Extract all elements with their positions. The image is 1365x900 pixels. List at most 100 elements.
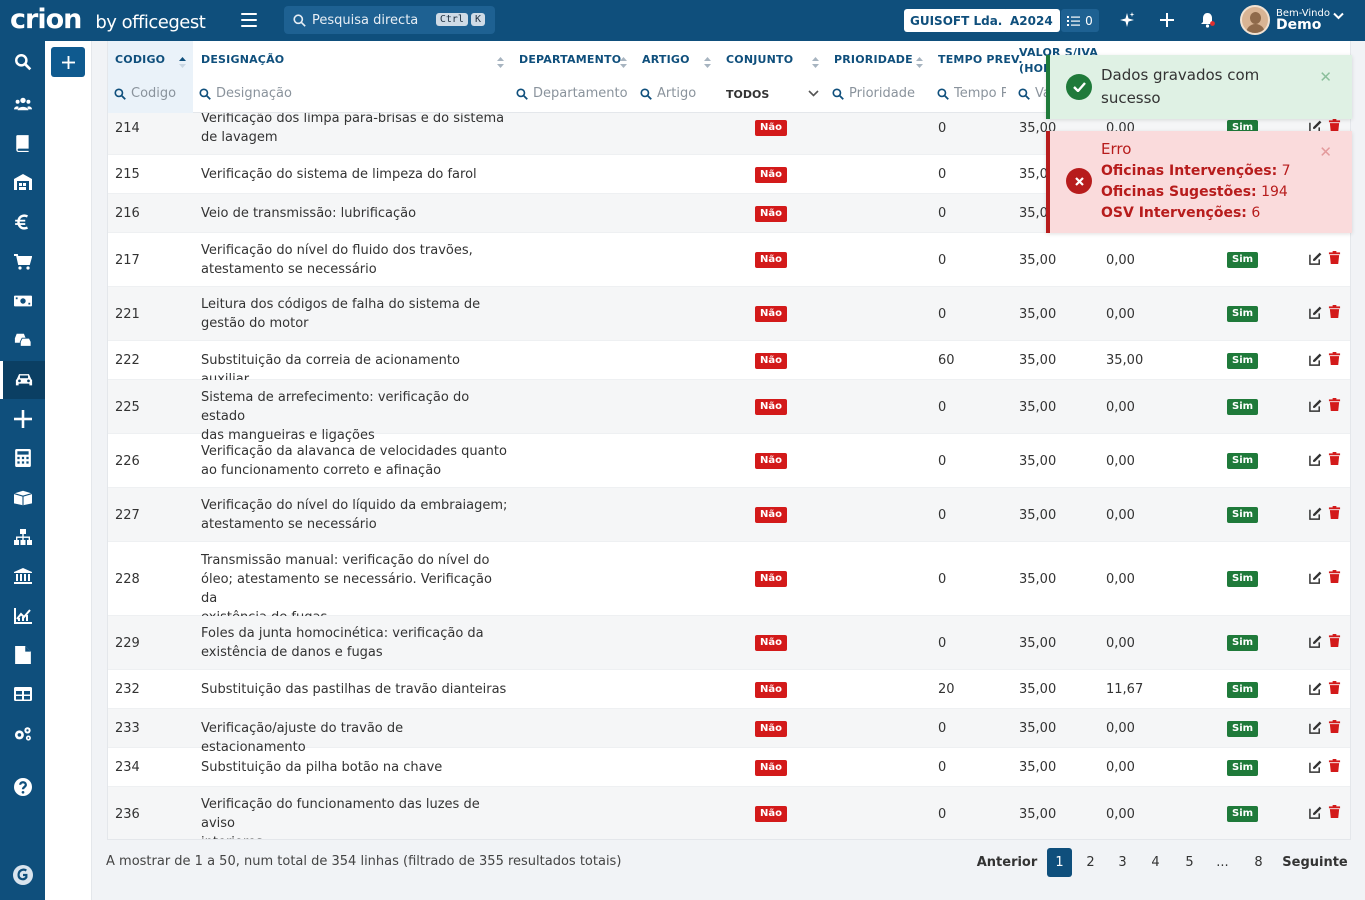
add-record-button[interactable] (51, 47, 85, 77)
edit-icon[interactable] (1309, 353, 1322, 366)
trash-icon[interactable] (1328, 570, 1341, 583)
table-row[interactable]: 233 Verificação/ajuste do travão de estac… (108, 709, 1350, 755)
table-row[interactable]: 222 Substituição da correia de acionament… (108, 341, 1350, 387)
sort-icon[interactable] (916, 57, 923, 68)
col-header-departamento[interactable]: DEPARTAMENTO (519, 53, 621, 66)
sort-icon[interactable] (704, 57, 711, 68)
bell-icon[interactable] (1197, 10, 1217, 30)
search-input[interactable] (312, 12, 432, 28)
table-row[interactable]: 226 Verificação da alavanca de velocidade… (108, 434, 1350, 488)
sidebar-item-workshop[interactable] (0, 361, 45, 399)
filter-designacao-input[interactable] (216, 86, 396, 101)
close-icon[interactable]: ✕ (1319, 143, 1332, 161)
col-header-prioridade[interactable]: PRIORIDADE (834, 53, 913, 66)
chevron-down-icon[interactable] (808, 90, 819, 97)
sidebar-item-tables[interactable] (0, 675, 45, 713)
trash-icon[interactable] (1328, 251, 1341, 264)
sidebar-item-help[interactable] (0, 768, 45, 806)
trash-icon[interactable] (1328, 351, 1341, 365)
sidebar-item-new[interactable] (0, 400, 45, 438)
trash-icon[interactable] (1328, 305, 1341, 318)
filter-artigo-input[interactable] (657, 86, 719, 101)
filter-designacao[interactable] (199, 86, 396, 101)
table-row[interactable]: 234 Substituição da pilha botão na chave N… (108, 748, 1350, 787)
filter-prioridade[interactable] (832, 86, 929, 101)
table-row[interactable]: 227 Verificação do nível do líquido da em… (108, 488, 1350, 542)
edit-icon[interactable] (1309, 806, 1322, 819)
sort-icon[interactable] (620, 57, 627, 68)
trash-icon[interactable] (1328, 805, 1341, 818)
trash-icon[interactable] (1328, 680, 1341, 694)
edit-icon[interactable] (1309, 571, 1322, 584)
sidebar-item-settings[interactable] (0, 715, 45, 753)
sidebar-item-files[interactable] (0, 636, 45, 674)
global-search[interactable]: Ctrl K (284, 6, 495, 34)
pagination-prev[interactable]: Anterior (977, 848, 1038, 877)
pagination-page-2[interactable]: 2 (1078, 848, 1103, 877)
filter-tempo[interactable] (937, 86, 1006, 101)
chevron-down-icon[interactable] (1333, 12, 1344, 20)
trash-icon[interactable] (1328, 719, 1341, 733)
edit-icon[interactable] (1309, 721, 1322, 734)
filter-prioridade-input[interactable] (849, 86, 929, 101)
tasks-button[interactable]: 0 (1061, 9, 1099, 32)
sparkle-icon[interactable] (1117, 10, 1137, 30)
edit-icon[interactable] (1309, 760, 1322, 773)
table-row[interactable]: 232 Substituição das pastilhas de travão … (108, 670, 1350, 709)
pagination-page-8[interactable]: 8 (1246, 848, 1271, 877)
sort-icon[interactable] (497, 57, 504, 68)
plus-icon[interactable] (1157, 10, 1177, 30)
app-logo[interactable]: crion by officegest (10, 4, 206, 36)
sidebar-item-users[interactable] (0, 85, 45, 123)
edit-icon[interactable] (1309, 306, 1322, 319)
trash-icon[interactable] (1328, 398, 1341, 411)
filter-tempo-input[interactable] (954, 86, 1006, 101)
sidebar-item-fleet[interactable] (0, 321, 45, 359)
filter-artigo[interactable] (640, 86, 719, 101)
col-header-artigo[interactable]: ARTIGO (642, 53, 690, 66)
edit-icon[interactable] (1309, 399, 1322, 412)
table-row[interactable]: 229 Foles da junta homocinética: verifica… (108, 616, 1350, 670)
avatar[interactable] (1240, 5, 1270, 35)
pagination-page-3[interactable]: 3 (1110, 848, 1135, 877)
filter-conjunto-select[interactable]: TODOS (726, 88, 769, 101)
table-row[interactable]: 225 Sistema de arrefecimento: verificação… (108, 380, 1350, 443)
trash-icon[interactable] (1328, 758, 1341, 772)
table-row[interactable]: 236 Verificação do funcionamento das luze… (108, 787, 1350, 839)
year-selector[interactable]: A2024 (1003, 9, 1060, 32)
table-row[interactable]: 217 Verificação do nível do fluido dos tr… (108, 233, 1350, 287)
col-header-codigo[interactable]: CODIGO (115, 53, 165, 66)
pagination-page-5[interactable]: 5 (1177, 848, 1202, 877)
trash-icon[interactable] (1328, 634, 1341, 647)
menu-toggle-icon[interactable] (241, 13, 257, 27)
col-header-tempo[interactable]: TEMPO PREV. (938, 53, 1023, 66)
sidebar-item-warehouse[interactable] (0, 163, 45, 201)
sort-asc-icon[interactable] (179, 57, 186, 68)
pagination-page-1[interactable]: 1 (1047, 848, 1072, 877)
sidebar-item-reports[interactable] (0, 597, 45, 635)
filter-departamento-input[interactable] (533, 86, 633, 101)
edit-icon[interactable] (1309, 252, 1322, 265)
table-row[interactable]: 221 Leitura dos códigos de falha do siste… (108, 287, 1350, 341)
sidebar-item-bank[interactable] (0, 557, 45, 595)
sidebar-item-calculator[interactable] (0, 439, 45, 477)
sort-icon[interactable] (812, 57, 819, 68)
company-selector[interactable]: GUISOFT Lda. (904, 9, 1009, 32)
col-header-conjunto[interactable]: CONJUNTO (726, 53, 793, 66)
sidebar-item-cash[interactable] (0, 282, 45, 320)
sidebar-item-documents[interactable] (0, 124, 45, 162)
sidebar-item-organization[interactable] (0, 518, 45, 556)
pagination-page-4[interactable]: 4 (1143, 848, 1168, 877)
trash-icon[interactable] (1328, 506, 1341, 519)
sidebar-item-guisoft[interactable] (0, 856, 45, 894)
sidebar-item-search[interactable] (0, 43, 45, 81)
sidebar-item-finance[interactable] (0, 203, 45, 241)
pagination-next[interactable]: Seguinte (1282, 848, 1347, 877)
edit-icon[interactable] (1309, 635, 1322, 648)
filter-codigo[interactable] (114, 86, 191, 101)
user-menu[interactable]: Bem-Vindo Demo (1276, 8, 1330, 32)
sidebar-item-inventory[interactable] (0, 479, 45, 517)
edit-icon[interactable] (1309, 453, 1322, 466)
table-row[interactable]: 228 Transmissão manual: verificação do ní… (108, 542, 1350, 625)
edit-icon[interactable] (1309, 682, 1322, 695)
